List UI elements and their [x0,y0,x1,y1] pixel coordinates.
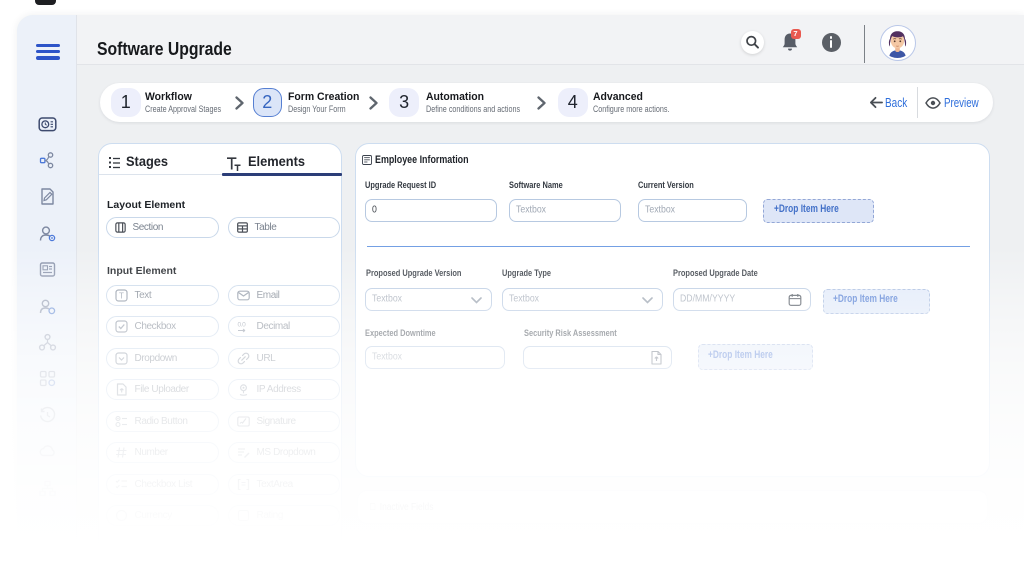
svg-text:T: T [119,291,124,300]
svg-text:0.0: 0.0 [237,322,246,329]
